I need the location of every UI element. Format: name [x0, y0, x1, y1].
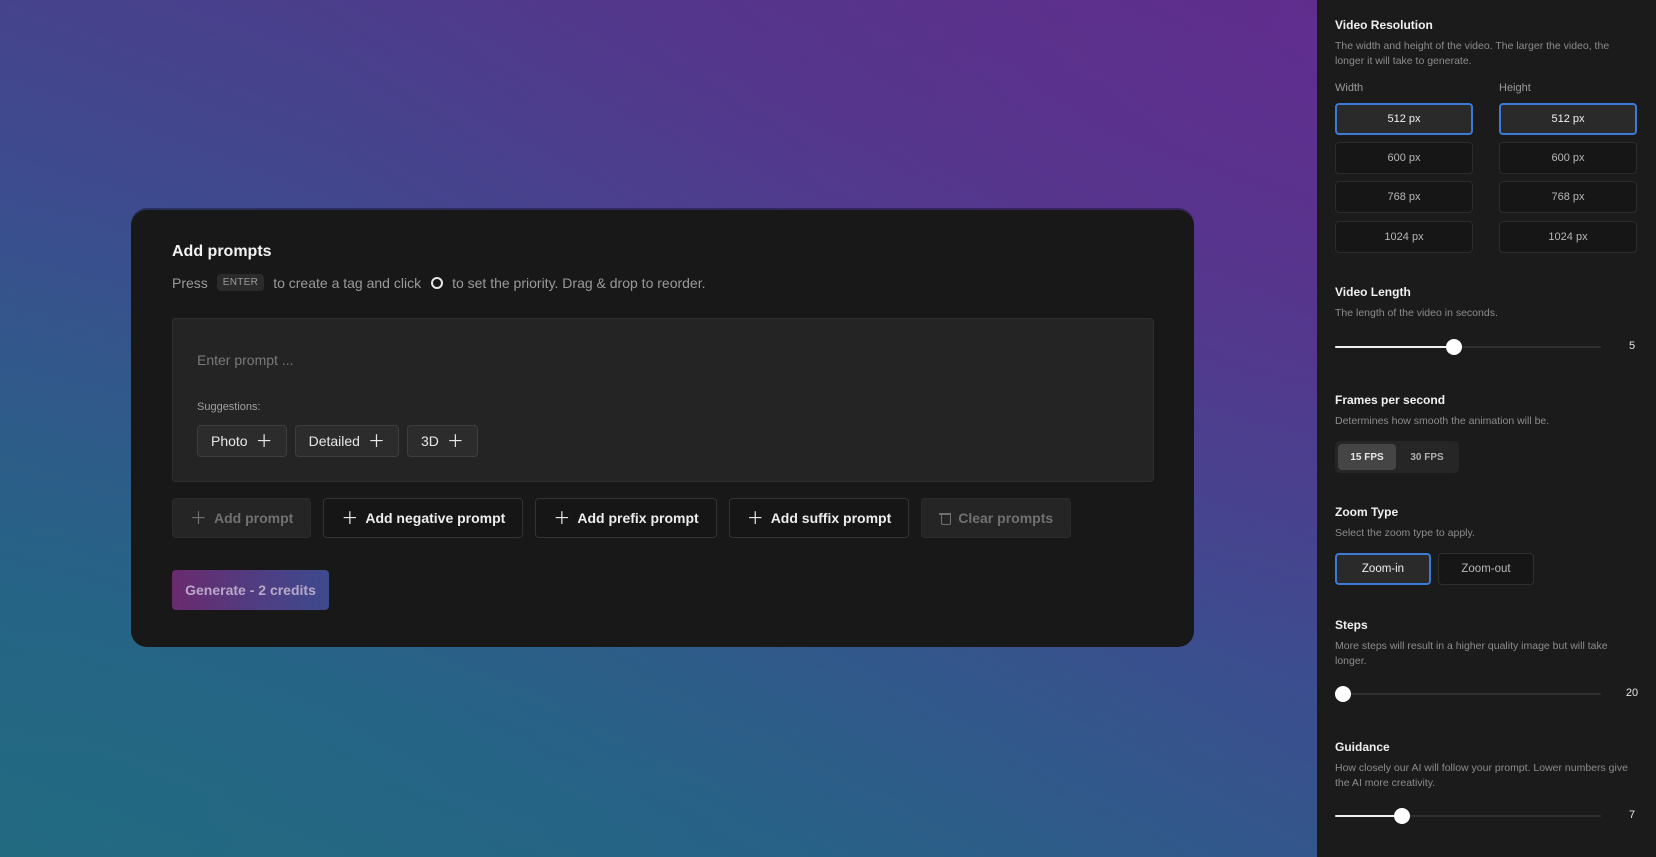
suggestions-label: Suggestions:	[197, 401, 261, 413]
height-option-1024[interactable]: 1024 px	[1499, 221, 1637, 253]
guidance-title: Guidance	[1335, 740, 1390, 754]
width-label: Width	[1335, 82, 1364, 94]
steps-desc: More steps will result in a higher quali…	[1335, 640, 1608, 667]
plus-icon: ＋	[446, 431, 464, 451]
video-length-slider[interactable]	[1335, 337, 1601, 357]
add-suffix-prompt-button[interactable]: ＋ Add suffix prompt	[728, 498, 910, 538]
height-option-768[interactable]: 768 px	[1499, 181, 1637, 213]
video-resolution-title: Video Resolution	[1335, 18, 1433, 32]
steps-value: 20	[1625, 687, 1639, 699]
slider-thumb[interactable]	[1334, 686, 1351, 702]
plus-icon: ＋	[190, 508, 207, 528]
height-option-600[interactable]: 600 px	[1499, 142, 1637, 174]
chip-label: Detailed	[308, 433, 360, 449]
priority-ring-icon	[431, 276, 444, 289]
video-length-value: 5	[1628, 340, 1636, 352]
plus-icon: ＋	[553, 508, 571, 528]
zoom-out-button[interactable]: Zoom-out	[1438, 553, 1534, 585]
generate-button[interactable]: Generate - 2 credits	[172, 570, 329, 610]
add-negative-prompt-button[interactable]: ＋ Add negative prompt	[323, 498, 524, 538]
height-label: Height	[1499, 82, 1531, 94]
fps-title: Frames per second	[1335, 393, 1446, 407]
add-prompt-button[interactable]: ＋ Add prompt	[172, 498, 312, 538]
prompt-input[interactable]	[197, 349, 1097, 371]
slider-thumb[interactable]	[1393, 808, 1410, 824]
fps-option-30[interactable]: 30 FPS	[1398, 444, 1456, 470]
zoom-in-button[interactable]: Zoom-in	[1335, 553, 1431, 585]
desc-mid: to create a tag and click	[273, 274, 422, 291]
steps-slider[interactable]	[1334, 684, 1601, 704]
slider-thumb[interactable]	[1446, 339, 1463, 355]
guidance-slider[interactable]	[1335, 806, 1601, 826]
chip-label: Photo	[211, 433, 248, 449]
suggestion-chip-photo[interactable]: Photo ＋	[197, 425, 287, 457]
desc-end: to set the priority. Drag & drop to reor…	[452, 274, 706, 291]
clear-prompts-button[interactable]: Clear prompts	[921, 498, 1072, 538]
guidance-value: 7	[1628, 809, 1636, 821]
guidance-desc: How closely our AI will follow your prom…	[1335, 762, 1628, 789]
slider-track	[1335, 693, 1601, 695]
card-description: Press ENTER to create a tag and click to…	[172, 274, 706, 291]
add-negative-prompt-label: Add negative prompt	[365, 510, 506, 526]
steps-title: Steps	[1335, 618, 1368, 632]
width-option-512[interactable]: 512 px	[1335, 103, 1473, 135]
slider-fill	[1335, 815, 1402, 817]
width-option-768[interactable]: 768 px	[1335, 181, 1473, 213]
video-length-desc: The length of the video in seconds.	[1335, 307, 1498, 319]
add-prefix-prompt-label: Add prefix prompt	[577, 510, 699, 526]
clear-prompts-label: Clear prompts	[958, 510, 1054, 526]
plus-icon: ＋	[746, 508, 764, 528]
fps-desc: Determines how smooth the animation will…	[1335, 415, 1550, 427]
width-option-1024[interactable]: 1024 px	[1335, 221, 1473, 253]
desc-press: Press	[172, 274, 208, 291]
add-suffix-prompt-label: Add suffix prompt	[770, 510, 892, 526]
slider-fill	[1335, 346, 1455, 348]
prompt-actions: ＋ Add prompt ＋ Add negative prompt ＋ Add…	[172, 498, 1072, 538]
suggestion-chip-3d[interactable]: 3D ＋	[406, 425, 478, 457]
fps-option-15[interactable]: 15 FPS	[1338, 444, 1396, 470]
suggestion-chip-detailed[interactable]: Detailed ＋	[294, 425, 399, 457]
enter-key-badge: ENTER	[216, 274, 265, 291]
plus-icon: ＋	[341, 508, 359, 528]
prompt-card: Add prompts Press ENTER to create a tag …	[131, 210, 1194, 647]
settings-sidebar: Video Resolution The width and height of…	[1317, 0, 1656, 857]
plus-icon: ＋	[367, 431, 385, 451]
zoom-type-desc: Select the zoom type to apply.	[1335, 527, 1475, 539]
add-prompt-label: Add prompt	[214, 510, 294, 526]
plus-icon: ＋	[255, 431, 273, 451]
width-option-600[interactable]: 600 px	[1335, 142, 1473, 174]
fps-toggle: 15 FPS 30 FPS	[1335, 441, 1459, 473]
height-option-512[interactable]: 512 px	[1499, 103, 1637, 135]
video-resolution-desc: The width and height of the video. The l…	[1335, 40, 1610, 67]
suggestion-chips: Photo ＋ Detailed ＋ 3D ＋	[197, 425, 478, 457]
card-title: Add prompts	[172, 243, 272, 260]
chip-label: 3D	[420, 433, 439, 449]
add-prefix-prompt-button[interactable]: ＋ Add prefix prompt	[535, 498, 717, 538]
trash-icon	[939, 511, 952, 525]
prompt-box: Suggestions: Photo ＋ Detailed ＋ 3D ＋	[172, 318, 1154, 482]
zoom-type-title: Zoom Type	[1335, 505, 1399, 519]
video-length-title: Video Length	[1335, 285, 1411, 299]
